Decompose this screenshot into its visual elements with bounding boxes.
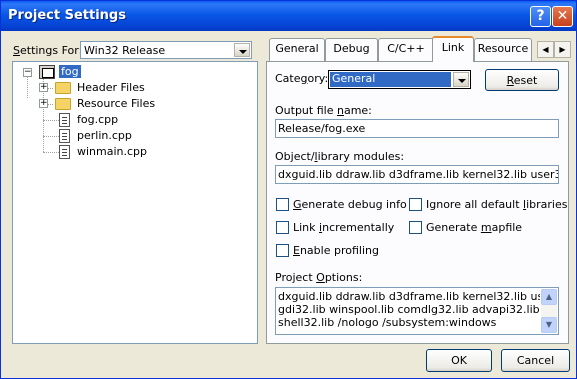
tree-connector — [43, 152, 59, 153]
project-options-textarea[interactable]: dxguid.lib ddraw.lib d3dframe.lib kernel… — [275, 287, 559, 335]
tree-item-label: Resource Files — [77, 97, 156, 110]
settings-for-label: Settings For: — [13, 44, 83, 57]
chevron-down-icon[interactable] — [453, 72, 469, 87]
help-button[interactable]: ? — [530, 6, 551, 27]
generate-mapfile-checkbox[interactable] — [409, 221, 422, 234]
link-incrementally-checkbox[interactable] — [276, 221, 289, 234]
scroll-up-icon[interactable]: ▲ — [541, 289, 557, 305]
window-title: Project Settings — [8, 8, 126, 23]
collapse-icon[interactable]: − — [23, 68, 32, 77]
tab-debug[interactable]: Debug — [325, 38, 378, 61]
tab-scroll-right-icon[interactable]: ▶ — [554, 41, 571, 58]
cpp-file-icon — [59, 113, 70, 127]
output-file-name-value: Release/fog.exe — [278, 122, 366, 135]
tab-c-cpp[interactable]: C/C++ — [378, 38, 434, 61]
project-options-scrollbar[interactable]: ▲ ▼ — [541, 289, 557, 333]
close-button[interactable]: ✕ — [552, 6, 573, 27]
cancel-button[interactable]: Cancel — [501, 349, 570, 372]
ignore-default-libraries-checkbox[interactable] — [409, 198, 422, 211]
tab-link[interactable]: Link — [432, 36, 474, 62]
project-settings-dialog: Project Settings ? ✕ Settings For: Win32… — [0, 0, 577, 379]
tree-connector — [27, 76, 28, 98]
link-tab-page: Category: General Reset Output file name… — [266, 61, 569, 344]
enable-profiling-label: Enable profiling — [293, 244, 379, 257]
cpp-file-icon — [59, 129, 70, 143]
generate-debug-info-checkbox[interactable] — [276, 198, 289, 211]
settings-for-value: Win32 Release — [84, 44, 166, 57]
folder-icon — [55, 98, 71, 110]
reset-button[interactable]: Reset — [485, 69, 559, 91]
scroll-down-icon[interactable]: ▼ — [541, 317, 557, 333]
chevron-down-icon[interactable] — [234, 43, 250, 57]
tree-connector — [43, 120, 59, 121]
object-library-modules-input[interactable]: dxguid.lib ddraw.lib d3dframe.lib kernel… — [275, 165, 559, 184]
tab-resource[interactable]: Resource — [474, 38, 532, 61]
tree-item-label: fog — [59, 65, 81, 78]
category-label: Category: — [275, 72, 329, 85]
tree-item-label: perlin.cpp — [77, 129, 132, 142]
output-file-name-input[interactable]: Release/fog.exe — [275, 119, 559, 138]
generate-mapfile-label: Generate mapfile — [426, 221, 523, 234]
project-options-line: gdi32.lib winspool.lib comdlg32.lib adva… — [278, 303, 540, 316]
tree-connector — [43, 136, 59, 137]
tab-scroll-left-icon[interactable]: ◀ — [537, 41, 554, 58]
expand-icon[interactable]: + — [39, 83, 48, 92]
project-options-line: shell32.lib /nologo /subsystem:windows — [278, 316, 497, 329]
category-select[interactable]: General — [328, 70, 471, 89]
title-bar[interactable]: Project Settings ? ✕ — [1, 1, 576, 31]
project-icon — [39, 65, 55, 79]
expand-icon[interactable]: + — [39, 99, 48, 108]
tree-item-label: winmain.cpp — [77, 145, 148, 158]
project-tree[interactable]: − fog + Header Files + Resource Files fo… — [12, 61, 258, 344]
project-options-label: Project Options: — [275, 271, 363, 284]
object-library-modules-value: dxguid.lib ddraw.lib d3dframe.lib kernel… — [278, 168, 559, 181]
ok-button[interactable]: OK — [426, 349, 492, 372]
generate-debug-info-label: Generate debug info — [293, 198, 407, 211]
enable-profiling-checkbox[interactable] — [276, 244, 289, 257]
link-incrementally-label: Link incrementally — [293, 221, 395, 234]
project-options-line: dxguid.lib ddraw.lib d3dframe.lib kernel… — [278, 290, 540, 303]
ignore-default-libraries-label: Ignore all default libraries — [426, 198, 568, 211]
tree-item-label: Header Files — [77, 81, 145, 94]
cpp-file-icon — [59, 145, 70, 159]
settings-for-select[interactable]: Win32 Release — [80, 41, 252, 59]
tree-item-label: fog.cpp — [77, 113, 119, 126]
tab-general[interactable]: General — [269, 38, 325, 61]
folder-icon — [55, 82, 71, 94]
object-library-modules-label: Object/library modules: — [275, 150, 405, 163]
category-value: General — [330, 72, 451, 87]
output-file-name-label: Output file name: — [275, 104, 372, 117]
help-icon: ? — [536, 8, 545, 24]
close-icon: ✕ — [556, 8, 569, 24]
